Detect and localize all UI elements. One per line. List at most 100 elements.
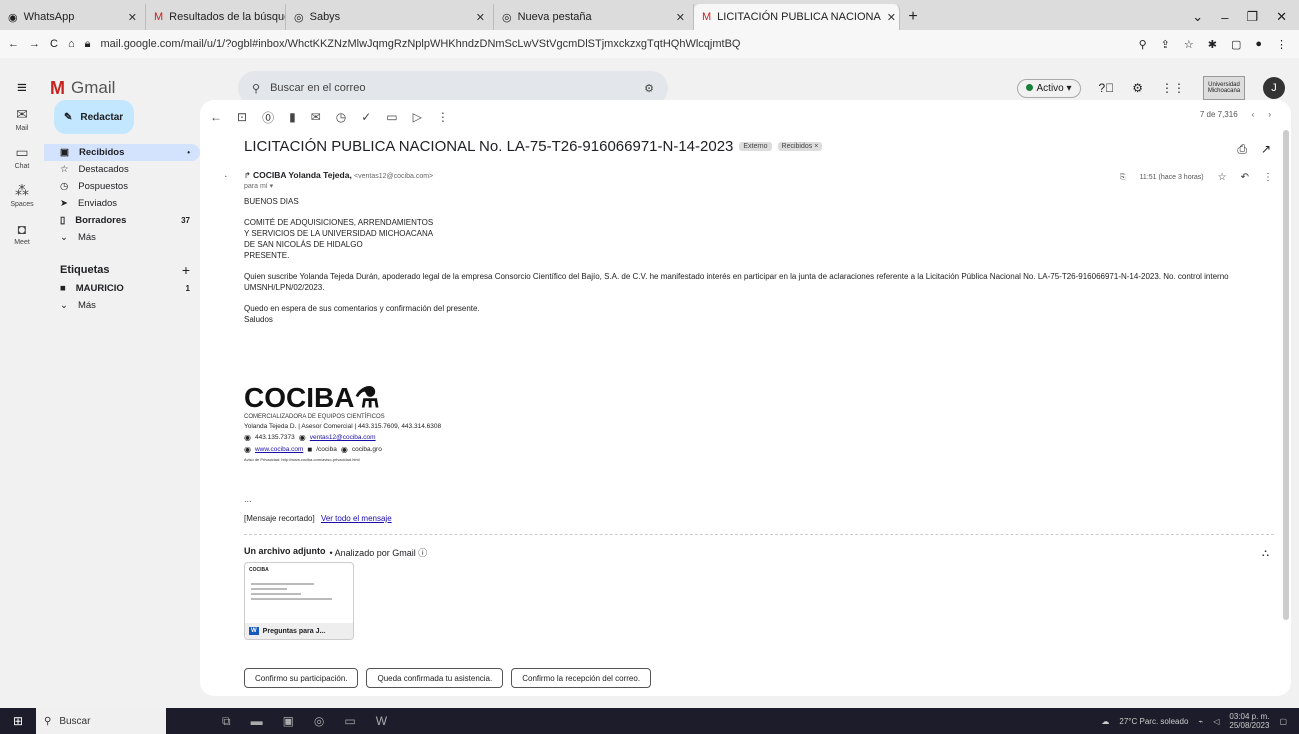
zoom-icon[interactable]: ⚲ <box>1139 38 1147 51</box>
clock-time: 03:04 p. m. <box>1229 712 1270 721</box>
sidebar-item-enviados[interactable]: ➤ Enviados <box>44 195 200 212</box>
weather-text[interactable]: 27°C Parc. soleado <box>1119 717 1188 726</box>
weather-icon[interactable]: ☁ <box>1101 717 1109 726</box>
word-app-icon[interactable]: W <box>376 714 387 729</box>
signature-web-link[interactable]: www.cociba.com <box>255 446 303 453</box>
profile-icon[interactable]: ● <box>1255 38 1262 50</box>
chevron-right-icon[interactable]: › <box>1268 110 1271 119</box>
chrome-taskbar-icon[interactable]: ◎ <box>314 714 324 729</box>
sidebar-item-mauricio[interactable]: ■ MAURICIO 1 <box>44 280 200 297</box>
sender-name[interactable]: COCIBA Yolanda Tejeda, <box>253 170 352 180</box>
rail-item-mail[interactable]: ✉ Mail <box>0 100 44 138</box>
search-input[interactable]: Buscar en el correo <box>270 82 365 94</box>
gmail-logo[interactable]: M Gmail <box>50 78 200 99</box>
compose-button[interactable]: ✎ Redactar <box>54 100 134 134</box>
signature-email-link[interactable]: ventas12@cociba.com <box>310 434 376 441</box>
search-options-icon[interactable]: ⚙ <box>644 82 654 95</box>
inbox-badge[interactable]: Recibidos × <box>777 142 823 151</box>
hamburger-menu-icon[interactable]: ≡ <box>6 78 38 98</box>
share-icon[interactable]: ⇪ <box>1161 38 1170 51</box>
rail-item-meet[interactable]: ◘ Meet <box>0 214 44 252</box>
sidepanel-icon[interactable]: ▢ <box>1231 38 1241 51</box>
app-icon[interactable]: ▭ <box>344 714 355 729</box>
print-icon[interactable]: ⎙ <box>1237 142 1247 157</box>
restore-icon[interactable]: ❐ <box>1246 9 1258 25</box>
settings-icon[interactable]: ⚙ <box>1132 81 1143 95</box>
volume-icon[interactable]: ◁ <box>1213 717 1219 726</box>
smart-reply-button[interactable]: Queda confirmada tu asistencia. <box>366 668 504 688</box>
show-trimmed-content[interactable]: ... <box>244 494 252 504</box>
close-tab-icon[interactable]: ✕ <box>887 11 896 24</box>
add-to-drive-icon[interactable]: ⛬ <box>1262 548 1269 559</box>
avatar[interactable]: J <box>1263 77 1285 99</box>
url-field[interactable]: mail.google.com/mail/u/1/?ogbl#inbox/Whc… <box>100 38 1128 50</box>
archive-icon[interactable]: ⊡ <box>237 110 247 124</box>
new-tab-button[interactable]: + <box>900 4 926 30</box>
more-icon[interactable]: ⋮ <box>437 110 449 124</box>
sidebar-item-destacados[interactable]: ☆ Destacados <box>44 161 200 178</box>
search-icon[interactable]: ⚲ <box>252 82 260 95</box>
close-icon[interactable]: ✕ <box>1276 9 1287 25</box>
chevron-down-icon[interactable]: ⌄ <box>1192 9 1203 25</box>
label-icon[interactable]: ▷ <box>413 110 422 124</box>
attachment-card[interactable]: COCIBA W Preguntas para J... <box>244 562 354 640</box>
sender-avatar[interactable]: ◔ <box>216 174 234 192</box>
open-new-window-icon[interactable]: ↗ <box>1261 142 1271 157</box>
smart-reply-button[interactable]: Confirmo la recepción del correo. <box>511 668 652 688</box>
status-selector[interactable]: Activo ▾ <box>1016 78 1081 98</box>
report-spam-icon[interactable]: ⓪ <box>262 109 274 126</box>
privacy-notice[interactable]: Aviso de Privacidad: http://www.cociba.c… <box>244 457 441 462</box>
close-tab-icon[interactable]: ✕ <box>676 11 685 24</box>
add-task-icon[interactable]: ✓ <box>361 110 371 124</box>
explorer-icon[interactable]: ▬ <box>251 714 263 729</box>
sidebar-item-borradores[interactable]: ▯ Borradores 37 <box>44 212 200 229</box>
tab-resultados[interactable]: M Resultados de la búsqueda - ja ✕ <box>146 4 286 30</box>
more-icon[interactable]: ⋮ <box>1263 172 1273 183</box>
snooze-icon[interactable]: ◷ <box>336 110 346 124</box>
rail-item-chat[interactable]: ▭ Chat <box>0 138 44 176</box>
sidebar-item-labels-mas[interactable]: ⌄ Más <box>44 297 200 314</box>
taskbar-search[interactable]: ⚲ Buscar <box>36 708 166 734</box>
flask-icon: ⚗ <box>354 382 380 413</box>
org-logo[interactable]: Universidad Michoacana <box>1203 76 1245 100</box>
delete-icon[interactable]: ▮ <box>289 110 296 124</box>
tab-nueva-pestana[interactable]: ◎ Nueva pestaña ✕ <box>494 4 694 30</box>
lock-icon[interactable]: 🔒︎ <box>85 38 91 51</box>
reply-icon[interactable]: ↶ <box>1241 172 1249 183</box>
clock[interactable]: 03:04 p. m. 25/08/2023 <box>1229 712 1269 730</box>
star-icon[interactable]: ☆ <box>1218 172 1227 183</box>
chevron-left-icon[interactable]: ‹ <box>1252 110 1255 119</box>
mark-unread-icon[interactable]: ✉ <box>311 110 321 124</box>
minimize-icon[interactable]: – <box>1221 10 1228 25</box>
sidebar-item-pospuestos[interactable]: ◷ Pospuestos <box>44 178 200 195</box>
task-view-icon[interactable]: ⧉ <box>222 714 231 729</box>
apps-grid-icon[interactable]: ⋮⋮ <box>1161 81 1185 95</box>
mail-app-icon[interactable]: ▣ <box>283 714 294 729</box>
close-tab-icon[interactable]: ✕ <box>128 11 137 24</box>
windows-start-icon[interactable]: ⊞ <box>0 714 36 728</box>
view-full-message-link[interactable]: Ver todo el mensaje <box>321 514 392 523</box>
move-to-icon[interactable]: ▭ <box>386 110 397 124</box>
recipient-toggle[interactable]: para mí ▾ <box>244 182 433 190</box>
scrollbar[interactable] <box>1283 130 1289 620</box>
star-icon[interactable]: ☆ <box>1184 38 1194 51</box>
smart-reply-button[interactable]: Confirmo su participación. <box>244 668 359 688</box>
rail-item-spaces[interactable]: ⁂ Spaces <box>0 176 44 214</box>
network-icon[interactable]: ⌁ <box>1198 717 1203 726</box>
add-label-icon[interactable]: + <box>182 262 190 278</box>
sidebar-item-mas[interactable]: ⌄ Más <box>44 229 200 246</box>
tab-sabys[interactable]: ◎ Sabys ✕ <box>286 4 494 30</box>
home-icon[interactable]: ⌂ <box>68 38 75 50</box>
kebab-menu-icon[interactable]: ⋮ <box>1276 38 1287 51</box>
forward-icon[interactable]: → <box>29 38 40 50</box>
reload-icon[interactable]: C <box>50 38 58 50</box>
notifications-icon[interactable]: ▢ <box>1279 717 1287 726</box>
tab-whatsapp[interactable]: ◉ WhatsApp ✕ <box>0 4 146 30</box>
back-icon[interactable]: ← <box>8 38 19 50</box>
sidebar-item-recibidos[interactable]: ▣ Recibidos • <box>44 144 200 161</box>
back-arrow-icon[interactable]: ← <box>210 110 222 124</box>
tab-licitacion[interactable]: M LICITACIÓN PUBLICA NACIONA ✕ <box>694 4 900 30</box>
close-tab-icon[interactable]: ✕ <box>476 11 485 24</box>
extensions-icon[interactable]: ✱ <box>1208 38 1217 51</box>
help-icon[interactable]: ?⃝ <box>1099 81 1115 95</box>
